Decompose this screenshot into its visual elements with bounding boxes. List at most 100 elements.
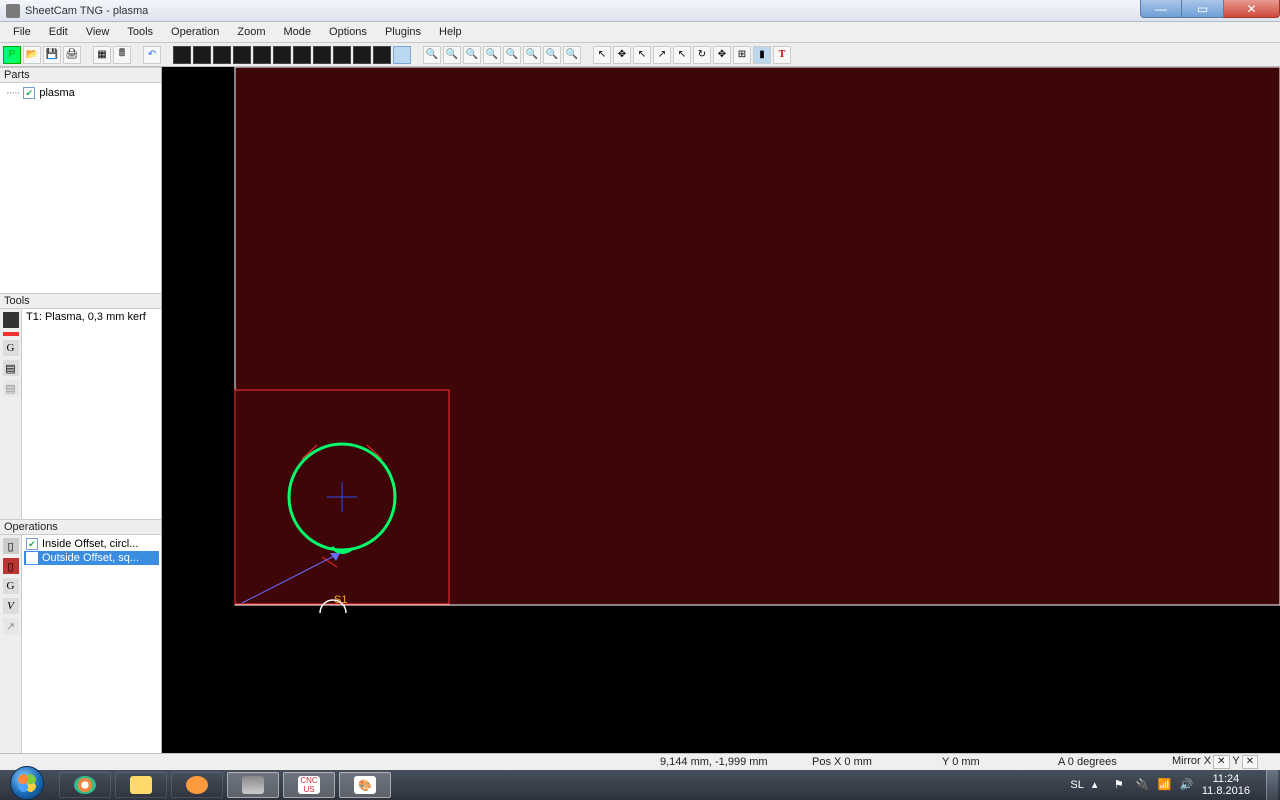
view-true-button[interactable] (333, 46, 351, 64)
undo-button[interactable]: ↶ (143, 46, 161, 64)
taskbar-clock[interactable]: 11:24 11.8.2016 (1202, 773, 1258, 797)
nesting-button[interactable]: ↖ (673, 46, 691, 64)
menu-view[interactable]: View (77, 24, 119, 40)
op-del-icon[interactable]: ▯ (3, 558, 19, 574)
tools-list[interactable]: T1: Plasma, 0,3 mm kerf (22, 309, 161, 519)
select-button[interactable]: ↖ (593, 46, 611, 64)
operations-list[interactable]: ✔ Inside Offset, circl... ✔ Outside Offs… (22, 535, 161, 753)
operations-panel-title: Operations (0, 519, 161, 535)
taskbar-paint[interactable]: 🎨 (339, 772, 391, 798)
view-material-button[interactable] (173, 46, 191, 64)
canvas-svg: S1 (162, 67, 1280, 753)
tool-item[interactable]: T1: Plasma, 0,3 mm kerf (26, 311, 157, 323)
tools-panel-title: Tools (0, 293, 161, 309)
zoom-part-button[interactable]: 🔍 (543, 46, 561, 64)
grid-button[interactable]: ▦ (93, 46, 111, 64)
side-panel: Parts ····· ✔ plasma Tools G ▤ ▤ T1: Pla… (0, 67, 162, 753)
zoom-out-button[interactable]: 🔍 (463, 46, 481, 64)
save-button[interactable]: 💾 (43, 46, 61, 64)
show-desktop-button[interactable] (1266, 770, 1278, 800)
tool-gcode-icon[interactable]: G (3, 340, 19, 356)
parts-panel-title: Parts (0, 67, 161, 83)
rotate-button[interactable]: ↻ (693, 46, 711, 64)
mirror-y-button[interactable]: ✕ (1242, 755, 1258, 769)
op-new-icon[interactable]: ▯ (3, 538, 19, 554)
parts-tree[interactable]: ····· ✔ plasma (0, 83, 161, 293)
taskbar-cnc[interactable]: CNCUS (283, 772, 335, 798)
view-layer-button[interactable] (313, 46, 331, 64)
main-toolbar: P 📂 💾 🖨 ▦ 🖩 ↶ 🔍 🔍 🔍 🔍 🔍 🔍 🔍 🔍 ↖ ✥ ↖ ↗ ↖ … (0, 43, 1280, 67)
view-part-button[interactable] (233, 46, 251, 64)
material-sheet (235, 67, 1280, 605)
part-checkbox[interactable]: ✔ (23, 87, 35, 99)
taskbar-chrome[interactable] (59, 772, 111, 798)
tool-plasma-icon[interactable] (3, 312, 19, 328)
tray-up-icon[interactable]: ▴ (1092, 778, 1106, 792)
zoom-sel-button[interactable]: 🔍 (563, 46, 581, 64)
text-button[interactable]: T (773, 46, 791, 64)
menu-bar: File Edit View Tools Operation Zoom Mode… (0, 22, 1280, 43)
menu-plugins[interactable]: Plugins (376, 24, 430, 40)
taskbar-media[interactable] (171, 772, 223, 798)
menu-mode[interactable]: Mode (274, 24, 320, 40)
tray-power-icon[interactable]: 🔌 (1136, 778, 1150, 792)
postprocess-button[interactable]: P (3, 46, 21, 64)
op-checkbox[interactable]: ✔ (26, 538, 38, 550)
folder-icon (130, 776, 152, 794)
op-arrow-icon[interactable]: ↗ (3, 618, 19, 634)
close-button[interactable]: ✕ (1224, 0, 1280, 18)
measure-button[interactable]: ↗ (653, 46, 671, 64)
op-checkbox[interactable]: ✔ (26, 552, 38, 564)
menu-help[interactable]: Help (430, 24, 471, 40)
operation-outside-offset[interactable]: ✔ Outside Offset, sq... (24, 551, 159, 565)
view-rapids-button[interactable] (213, 46, 231, 64)
minimize-button[interactable]: — (1140, 0, 1182, 18)
cnc-icon: CNCUS (298, 776, 320, 794)
menu-edit[interactable]: Edit (40, 24, 77, 40)
taskbar-sheetcam[interactable] (227, 772, 279, 798)
zoom-fit-button[interactable]: 🔍 (423, 46, 441, 64)
zoom-in-button[interactable]: 🔍 (443, 46, 461, 64)
lang-indicator[interactable]: SL (1070, 779, 1083, 791)
tool-extra-icon[interactable]: ▤ (3, 380, 19, 396)
view-starts-button[interactable] (253, 46, 271, 64)
zoom-window-button[interactable]: 🔍 (483, 46, 501, 64)
calc-button[interactable]: 🖩 (113, 46, 131, 64)
op-gcode-icon[interactable]: G (3, 578, 19, 594)
view-selected-button[interactable] (393, 46, 411, 64)
app-icon (6, 4, 20, 18)
mirror-x-button[interactable]: ✕ (1213, 755, 1229, 769)
zoom-job-button[interactable]: 🔍 (503, 46, 521, 64)
maximize-button[interactable]: ▭ (1182, 0, 1224, 18)
menu-file[interactable]: File (4, 24, 40, 40)
tray-flag-icon[interactable]: ⚑ (1114, 778, 1128, 792)
tray-network-icon[interactable]: 📶 (1158, 778, 1172, 792)
part-item[interactable]: ····· ✔ plasma (6, 87, 155, 99)
drawing-canvas[interactable]: S1 (162, 67, 1280, 753)
view-dark-button[interactable] (353, 46, 371, 64)
zoom-mat-button[interactable]: 🔍 (523, 46, 541, 64)
view-scrap-button[interactable] (293, 46, 311, 64)
view-extra-button[interactable] (373, 46, 391, 64)
op-var-icon[interactable]: V (3, 598, 19, 614)
tool-table-icon[interactable]: ▤ (3, 360, 19, 376)
menu-tools[interactable]: Tools (118, 24, 162, 40)
tool-laser-icon[interactable] (3, 332, 19, 336)
taskbar-explorer[interactable] (115, 772, 167, 798)
edit-starts-button[interactable]: ✥ (613, 46, 631, 64)
start-button[interactable] (0, 770, 53, 800)
view-toolpaths-button[interactable] (193, 46, 211, 64)
windows-orb-icon (10, 766, 44, 800)
print-button[interactable]: 🖨 (63, 46, 81, 64)
operation-inside-offset[interactable]: ✔ Inside Offset, circl... (24, 537, 159, 551)
menu-zoom[interactable]: Zoom (228, 24, 274, 40)
tray-volume-icon[interactable]: 🔊 (1180, 778, 1194, 792)
origin-button[interactable]: ⊞ (733, 46, 751, 64)
move-button[interactable]: ↖ (633, 46, 651, 64)
view-path-button[interactable] (273, 46, 291, 64)
menu-options[interactable]: Options (320, 24, 376, 40)
pan-button[interactable]: ✥ (713, 46, 731, 64)
open-button[interactable]: 📂 (23, 46, 41, 64)
quick-button[interactable]: ▮ (753, 46, 771, 64)
menu-operation[interactable]: Operation (162, 24, 228, 40)
